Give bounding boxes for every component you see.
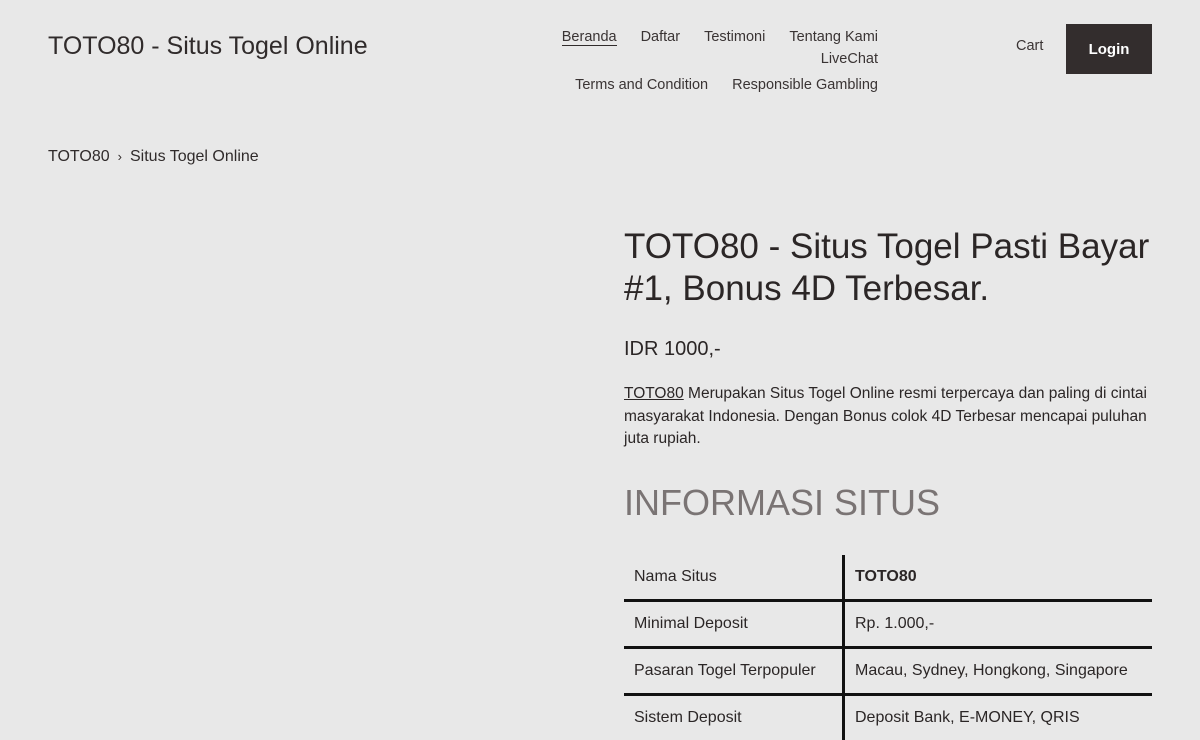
table-cell-label: Pasaran Togel Terpopuler — [624, 647, 845, 696]
product-description: TOTO80 Merupakan Situs Togel Online resm… — [624, 383, 1152, 451]
description-link[interactable]: TOTO80 — [624, 385, 684, 402]
nav-item-label: Beranda — [561, 29, 617, 46]
table-row: Minimal Deposit Rp. 1.000,- — [624, 600, 1152, 649]
table-row: Nama Situs TOTO80 — [624, 554, 1152, 602]
nav-item-tentang-kami[interactable]: Tentang Kami — [777, 28, 890, 46]
nav-item-label: Testimoni — [704, 29, 766, 45]
nav-item-beranda[interactable]: Beranda — [550, 28, 629, 46]
cart-link[interactable]: Cart — [1016, 38, 1043, 54]
nav-item-livechat[interactable]: LiveChat — [809, 50, 890, 68]
product-price: IDR 1000,- — [624, 338, 721, 360]
site-title[interactable]: TOTO80 - Situs Togel Online — [48, 32, 368, 61]
nav-item-label: Daftar — [640, 29, 681, 45]
login-button[interactable]: Login — [1066, 24, 1152, 74]
nav-item-label: Terms and Condition — [575, 77, 709, 93]
info-table: Nama Situs TOTO80 Minimal Deposit Rp. 1.… — [624, 554, 1152, 740]
description-text: Merupakan Situs Togel Online resmi terpe… — [624, 385, 1147, 447]
nav-item-terms-and-condition[interactable]: Terms and Condition — [563, 76, 720, 94]
nav-item-label: LiveChat — [820, 51, 878, 67]
product-title: TOTO80 - Situs Togel Pasti Bayar #1, Bon… — [624, 227, 1150, 308]
table-cell-value: Deposit Bank, E-MONEY, QRIS — [855, 708, 1080, 726]
breadcrumb-separator: › — [117, 149, 122, 164]
breadcrumb-current: Situs Togel Online — [130, 148, 259, 165]
product-details: TOTO80 - Situs Togel Pasti Bayar #1, Bon… — [624, 226, 1152, 740]
breadcrumb-home-link[interactable]: TOTO80 — [48, 148, 110, 165]
table-cell-value: Macau, Sydney, Hongkong, Singapore — [843, 647, 1152, 696]
main-nav: Beranda Daftar Testimoni Tentang Kami Li… — [478, 28, 890, 94]
nav-item-daftar[interactable]: Daftar — [629, 28, 693, 46]
nav-item-label: Tentang Kami — [789, 29, 878, 45]
table-cell-label: Minimal Deposit — [624, 600, 845, 649]
info-heading: INFORMASI SITUS — [624, 481, 941, 523]
nav-item-testimoni[interactable]: Testimoni — [692, 28, 777, 46]
table-row: Sistem Deposit Deposit Bank, E-MONEY, QR… — [624, 694, 1152, 740]
table-cell-value: Rp. 1.000,- — [843, 600, 1152, 649]
nav-item-responsible-gambling[interactable]: Responsible Gambling — [720, 76, 890, 94]
breadcrumb: TOTO80 › Situs Togel Online — [48, 148, 259, 166]
nav-item-label: Responsible Gambling — [732, 77, 878, 93]
table-cell-label: Sistem Deposit — [624, 694, 845, 740]
table-cell-label: Nama Situs — [624, 554, 845, 602]
table-row: Pasaran Togel Terpopuler Macau, Sydney, … — [624, 647, 1152, 696]
table-cell-value: TOTO80 — [843, 554, 1152, 602]
